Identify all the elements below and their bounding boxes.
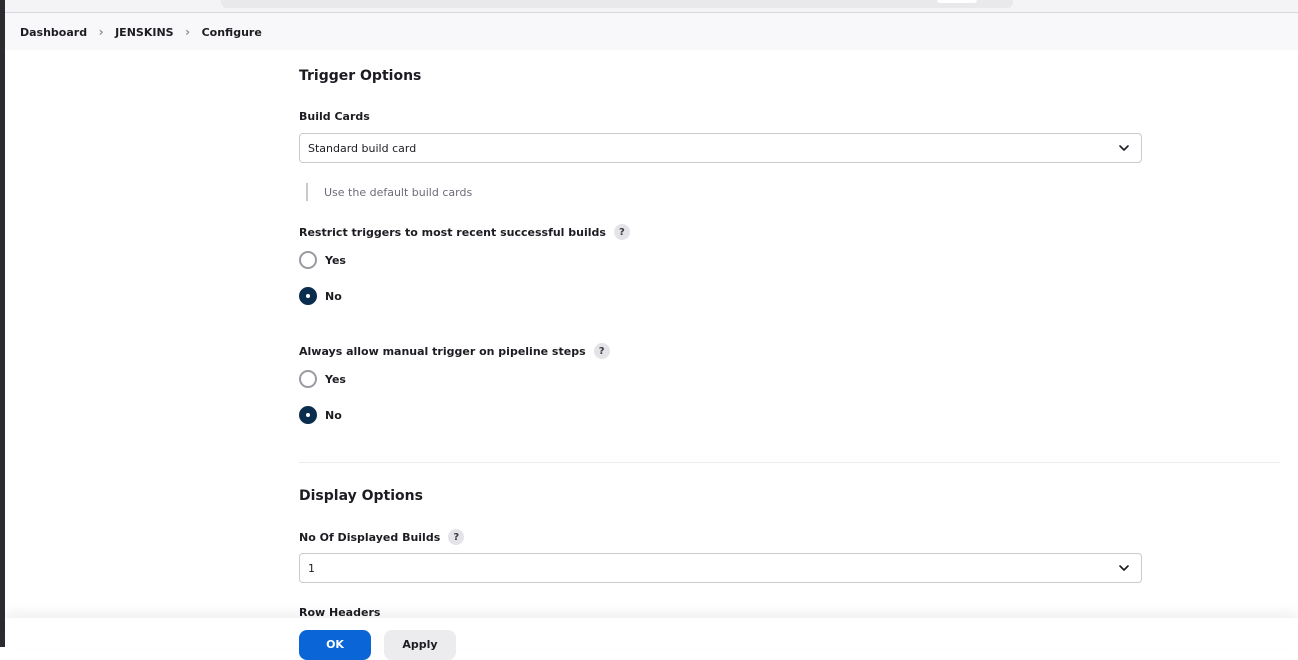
chevron-right-icon: › (185, 25, 191, 39)
build-cards-select[interactable]: Standard build card (299, 133, 1142, 163)
keyboard-shortcut-hint (937, 0, 977, 3)
form-action-bar: OK Apply (5, 618, 1298, 660)
help-icon[interactable]: ? (593, 343, 610, 359)
radio-label: No (325, 289, 342, 303)
search-box[interactable] (221, 0, 1013, 8)
apply-button[interactable]: Apply (384, 630, 456, 660)
build-cards-hint: Use the default build cards (306, 183, 472, 201)
trigger-options-title: Trigger Options (299, 68, 422, 84)
breadcrumb: Dashboard › JENSKINS › Configure (20, 25, 262, 39)
radio-button[interactable] (299, 370, 317, 388)
displayed-builds-select[interactable]: 1 (299, 553, 1142, 583)
help-icon[interactable]: ? (613, 224, 630, 240)
help-icon[interactable]: ? (448, 529, 465, 545)
display-options-title: Display Options (299, 488, 423, 504)
radio-button-selected[interactable] (299, 406, 317, 424)
ok-button[interactable]: OK (299, 630, 371, 660)
restrict-triggers-yes[interactable]: Yes (299, 251, 346, 269)
top-header (5, 0, 1298, 13)
chevron-right-icon: › (98, 25, 104, 39)
breadcrumb-bar: Dashboard › JENSKINS › Configure (5, 13, 1298, 50)
restrict-triggers-no[interactable]: No (299, 287, 342, 305)
manual-trigger-label: Always allow manual trigger on pipeline … (299, 343, 610, 359)
radio-label: Yes (325, 253, 346, 267)
radio-button-selected[interactable] (299, 287, 317, 305)
displayed-builds-label: No Of Displayed Builds ? (299, 529, 465, 545)
breadcrumb-project[interactable]: JENSKINS (115, 26, 173, 39)
radio-button[interactable] (299, 251, 317, 269)
window-edge (0, 0, 5, 647)
displayed-builds-value: 1 (308, 561, 315, 575)
breadcrumb-configure[interactable]: Configure (202, 26, 262, 39)
manual-trigger-yes[interactable]: Yes (299, 370, 346, 388)
build-cards-label: Build Cards (299, 110, 370, 123)
radio-label: No (325, 408, 342, 422)
radio-label: Yes (325, 372, 346, 386)
section-divider (299, 462, 1280, 463)
manual-trigger-no[interactable]: No (299, 406, 342, 424)
breadcrumb-dashboard[interactable]: Dashboard (20, 26, 87, 39)
restrict-triggers-label: Restrict triggers to most recent success… (299, 224, 630, 240)
chevron-down-icon (1119, 565, 1129, 571)
build-cards-value: Standard build card (308, 141, 417, 155)
chevron-down-icon (1119, 145, 1129, 151)
